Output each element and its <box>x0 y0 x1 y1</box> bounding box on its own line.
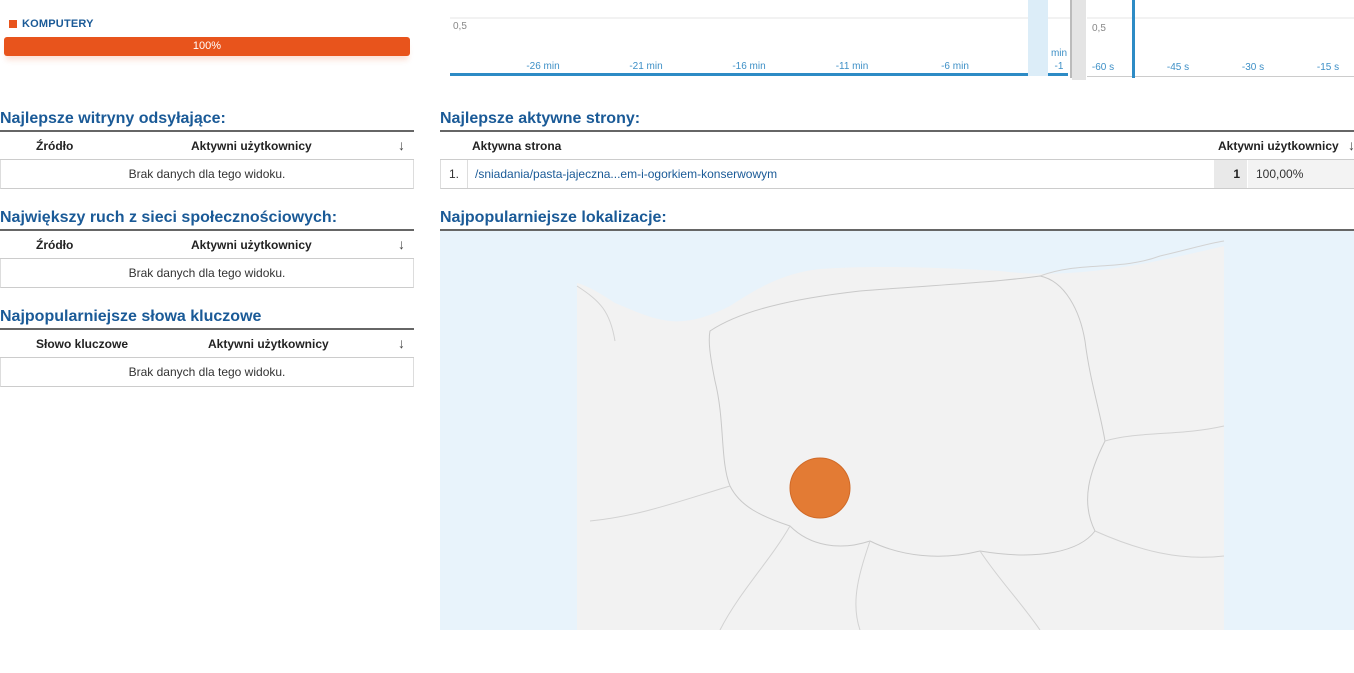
map-svg <box>440 231 1354 630</box>
active-pages-title: Najlepsze aktywne strony: <box>440 110 641 127</box>
social-title: Największy ruch z sieci społecznościowyc… <box>0 209 338 226</box>
seconds-tick: -30 s <box>1241 62 1265 73</box>
referrers-title: Najlepsze witryny odsyłające: <box>0 110 226 127</box>
active-page-link[interactable]: /sniadania/pasta-jajeczna...em-i-ogorkie… <box>475 167 777 181</box>
sort-desc-icon[interactable]: ↓ <box>398 236 405 252</box>
referrers-empty-row: Brak danych dla tego widoku. <box>0 160 414 189</box>
sort-desc-icon[interactable]: ↓ <box>398 335 405 351</box>
locations-map[interactable] <box>440 231 1354 630</box>
active-page-row: 1. /sniadania/pasta-jajeczna...em-i-ogor… <box>440 160 1354 189</box>
per-second-chart-svg <box>1087 0 1354 78</box>
col-active-users[interactable]: Aktywni użytkownicy <box>208 337 329 351</box>
col-active-users[interactable]: Aktywni użytkownicy <box>1218 139 1339 153</box>
minutes-tick: -26 min <box>526 61 560 72</box>
seconds-tick: -60 s <box>1091 62 1115 73</box>
referrers-header: Źródło Aktywni użytkownicy ↓ <box>0 132 414 160</box>
seconds-tick: -15 s <box>1316 62 1340 73</box>
seconds-y-label: 0,5 <box>1092 23 1106 34</box>
chart-divider <box>1072 0 1086 80</box>
referrers-empty-text: Brak danych dla tego widoku. <box>128 167 286 181</box>
minutes-tick-last-top: min <box>1050 48 1068 59</box>
keywords-empty-text: Brak danych dla tego widoku. <box>128 365 286 379</box>
sort-desc-icon[interactable]: ↓ <box>1348 137 1354 153</box>
minutes-y-label: 0,5 <box>453 21 467 32</box>
sort-desc-icon[interactable]: ↓ <box>398 137 405 153</box>
per-second-chart: 0,5 -60 s -45 s -30 s -15 s <box>1087 0 1354 80</box>
active-pages-header: Aktywna strona Aktywni użytkownicy ↓ <box>440 132 1354 160</box>
col-source[interactable]: Źródło <box>36 238 73 252</box>
minutes-tick-last-bottom: -1 <box>1054 61 1064 72</box>
active-users-share: 100,00% <box>1248 160 1354 188</box>
locations-title: Najpopularniejsze lokalizacje: <box>440 209 667 226</box>
keywords-table: Słowo kluczowe Aktywni użytkownicy ↓ Bra… <box>0 328 414 387</box>
social-header: Źródło Aktywni użytkownicy ↓ <box>0 231 414 259</box>
keywords-title: Najpopularniejsze słowa kluczowe <box>0 308 262 325</box>
minutes-tick: -16 min <box>732 61 766 72</box>
active-users-count: 1 <box>1214 160 1247 188</box>
legend-swatch <box>9 20 17 28</box>
col-active-users[interactable]: Aktywni użytkownicy <box>191 139 312 153</box>
row-index: 1. <box>441 160 468 188</box>
col-keyword[interactable]: Słowo kluczowe <box>36 337 128 351</box>
per-minute-chart: 0,5 -26 min -21 min -16 min -11 min -6 m… <box>450 0 1072 80</box>
active-pages-table: Aktywna strona Aktywni użytkownicy ↓ 1. … <box>440 130 1354 189</box>
col-source[interactable]: Źródło <box>36 139 73 153</box>
keywords-header: Słowo kluczowe Aktywni użytkownicy ↓ <box>0 330 414 358</box>
device-share-fill: 100% <box>4 37 410 56</box>
referrers-table: Źródło Aktywni użytkownicy ↓ Brak danych… <box>0 130 414 189</box>
keywords-empty-row: Brak danych dla tego widoku. <box>0 358 414 387</box>
minutes-tick: -6 min <box>941 61 969 72</box>
active-users-count-value: 1 <box>1233 167 1240 181</box>
col-active-page[interactable]: Aktywna strona <box>472 139 561 153</box>
social-empty-row: Brak danych dla tego widoku. <box>0 259 414 288</box>
social-table: Źródło Aktywni użytkownicy ↓ Brak danych… <box>0 229 414 288</box>
seconds-tick: -45 s <box>1166 62 1190 73</box>
location-marker[interactable] <box>789 457 851 519</box>
col-active-users[interactable]: Aktywni użytkownicy <box>191 238 312 252</box>
device-share-bar: 100% <box>4 37 410 56</box>
device-legend-label: KOMPUTERY <box>22 18 94 30</box>
minutes-tick: -11 min <box>835 61 869 72</box>
social-empty-text: Brak danych dla tego widoku. <box>128 266 286 280</box>
minutes-tick: -21 min <box>629 61 663 72</box>
active-page-cell: /sniadania/pasta-jajeczna...em-i-ogorkie… <box>475 160 777 188</box>
